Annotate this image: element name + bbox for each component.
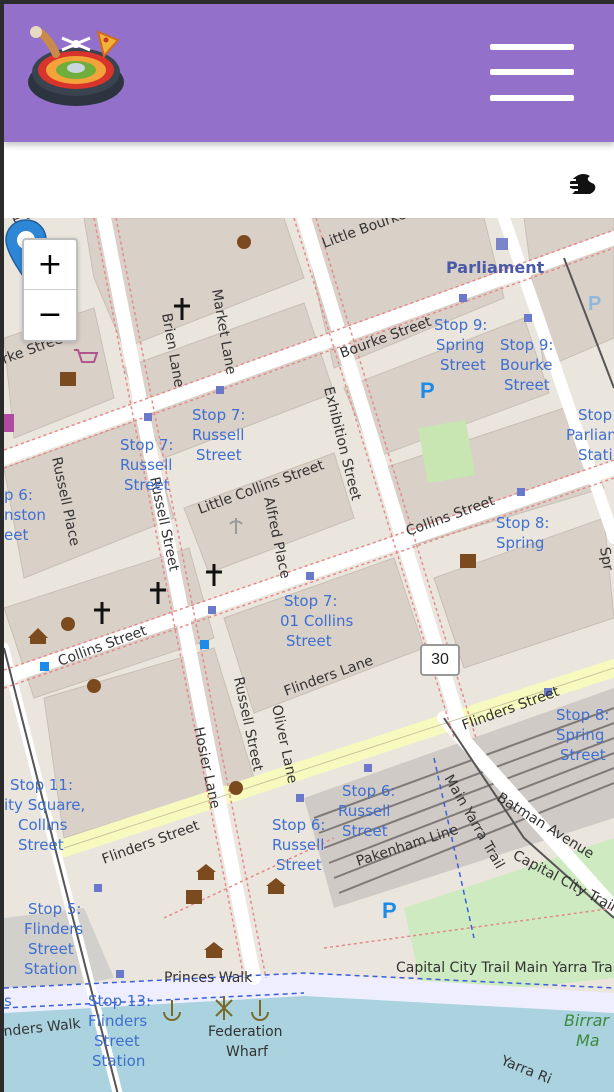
stop-label: s: [4, 992, 12, 1010]
svg-text:p 6:: p 6:: [4, 486, 33, 504]
svg-text:Flinders: Flinders: [24, 920, 83, 938]
parking-icon: P: [420, 378, 435, 403]
svg-text:Flinders: Flinders: [88, 1012, 147, 1030]
svg-text:Stop 9:: Stop 9:: [434, 316, 487, 334]
svg-text:Stop 7:: Stop 7:: [192, 406, 245, 424]
svg-text:Street: Street: [286, 632, 332, 650]
svg-text:Street: Street: [560, 746, 606, 764]
stop-label: Stop 9: Bourke Street: [500, 336, 553, 394]
map-canvas: Little Bourke Bourke Street rke Street L…: [4, 218, 614, 1092]
filter-icon[interactable]: [564, 168, 600, 198]
svg-text:eet: eet: [4, 526, 28, 544]
top-bar: [4, 4, 614, 142]
svg-text:Street: Street: [504, 376, 550, 394]
stop-label: Stop 8: Spring Street: [556, 706, 609, 764]
shop-icon: [4, 414, 14, 432]
svg-text:nston: nston: [4, 506, 46, 524]
theatre-icon: [61, 617, 75, 631]
stop-label: Stop 9: Spring Street: [434, 316, 487, 374]
svg-text:Collins: Collins: [18, 816, 68, 834]
theatre-icon: [229, 781, 243, 795]
svg-text:Spring: Spring: [556, 726, 604, 744]
svg-text:Street: Street: [28, 940, 74, 958]
park-label: Ma: [576, 1031, 600, 1050]
svg-text:Street: Street: [342, 822, 388, 840]
svg-text:Station: Station: [92, 1052, 145, 1070]
svg-text:Stop 5:: Stop 5:: [28, 900, 81, 918]
svg-text:Stop 8:: Stop 8:: [556, 706, 609, 724]
wharf-label: Federation: [208, 1024, 283, 1040]
parliament-label: Parliament: [446, 258, 545, 277]
parking-icon: P: [382, 898, 397, 923]
cinema-icon: [186, 890, 202, 904]
cinema-icon: [460, 554, 476, 568]
tram-route-badge: 30: [420, 644, 460, 676]
svg-text:Street: Street: [124, 476, 170, 494]
svg-text:Bourke: Bourke: [500, 356, 553, 374]
svg-text:Stop 6:: Stop 6:: [342, 782, 395, 800]
svg-text:Russell: Russell: [272, 836, 324, 854]
svg-text:Spring: Spring: [496, 534, 544, 552]
svg-text:Stop 9:: Stop 9:: [500, 336, 553, 354]
svg-text:Stop 7:: Stop 7:: [284, 592, 337, 610]
stop-label: Stop 7: Russell Street: [192, 406, 245, 464]
filter-toolbar: [4, 142, 614, 218]
cinema-icon: [60, 372, 76, 386]
svg-text:Stop 8:: Stop 8:: [496, 514, 549, 532]
svg-text:Russell: Russell: [338, 802, 390, 820]
svg-text:ity Square,: ity Square,: [4, 796, 85, 814]
parking-icon: P: [588, 293, 601, 315]
street-label: Capital City Trail Main Yarra Trail: [396, 960, 614, 976]
svg-text:Russell: Russell: [120, 456, 172, 474]
svg-text:Street: Street: [440, 356, 486, 374]
hamburger-menu-icon[interactable]: [490, 44, 574, 102]
svg-text:Parliam: Parliam: [566, 426, 614, 444]
svg-text:Street: Street: [276, 856, 322, 874]
svg-text:Stati: Stati: [578, 446, 613, 464]
roulette-food-logo-icon[interactable]: [26, 26, 126, 108]
theatre-icon: [87, 679, 101, 693]
svg-text:Stop 13:: Stop 13:: [88, 992, 151, 1010]
zoom-control: + −: [22, 238, 78, 342]
street-label: Princes Walk: [164, 970, 253, 986]
svg-text:Stop 11:: Stop 11:: [10, 776, 73, 794]
zoom-in-button[interactable]: +: [24, 240, 76, 290]
park-label: Birrar: [564, 1011, 610, 1030]
stop-label: Stop 6: Russell Street: [272, 816, 325, 874]
svg-text:Stop 6:: Stop 6:: [272, 816, 325, 834]
theatre-icon: [237, 235, 251, 249]
svg-text:Stop: Stop: [578, 406, 612, 424]
svg-text:01 Collins: 01 Collins: [280, 612, 354, 630]
app: Little Bourke Bourke Street rke Street L…: [4, 4, 614, 1092]
svg-text:Stop 7:: Stop 7:: [120, 436, 173, 454]
svg-text:Street: Street: [94, 1032, 140, 1050]
stop-label: Stop 7: Russell Street: [120, 436, 173, 494]
stop-label: Stop 6: Russell Street: [338, 782, 395, 840]
svg-text:Spring: Spring: [436, 336, 484, 354]
wharf-label: Wharf: [226, 1044, 269, 1060]
svg-text:Street: Street: [196, 446, 242, 464]
map-view[interactable]: Little Bourke Bourke Street rke Street L…: [4, 218, 614, 1092]
svg-text:Street: Street: [18, 836, 64, 854]
svg-text:Station: Station: [24, 960, 77, 978]
svg-text:Russell: Russell: [192, 426, 244, 444]
zoom-out-button[interactable]: −: [24, 290, 76, 339]
